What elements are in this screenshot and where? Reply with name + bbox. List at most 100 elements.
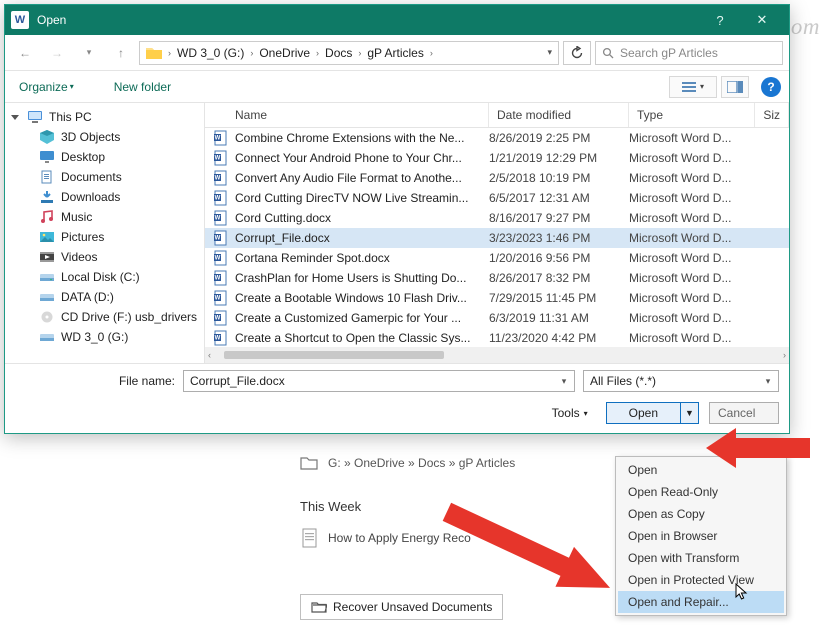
word-doc-icon: W <box>213 190 229 206</box>
table-row[interactable]: WCorrupt_File.docx3/23/2023 1:46 PMMicro… <box>205 228 789 248</box>
menu-open-copy[interactable]: Open as Copy <box>618 503 784 525</box>
svg-text:W: W <box>215 256 221 262</box>
word-doc-icon: W <box>213 210 229 226</box>
help-button[interactable]: ? <box>761 77 781 97</box>
file-type: Microsoft Word D... <box>629 171 755 185</box>
col-name[interactable]: Name <box>205 103 489 127</box>
col-date[interactable]: Date modified <box>489 103 629 127</box>
refresh-button[interactable] <box>563 41 591 65</box>
nav-3d-objects[interactable]: 3D Objects <box>5 127 204 147</box>
file-date: 8/26/2017 8:32 PM <box>489 271 629 285</box>
nav-videos[interactable]: Videos <box>5 247 204 267</box>
cancel-button[interactable]: Cancel <box>709 402 779 424</box>
file-date: 6/5/2017 12:31 AM <box>489 191 629 205</box>
open-button[interactable]: Open <box>607 403 680 423</box>
file-name: Corrupt_File.docx <box>235 231 489 245</box>
breadcrumb[interactable]: › WD 3_0 (G:) › OneDrive › Docs › gP Art… <box>139 41 559 65</box>
crumb-drive[interactable]: WD 3_0 (G:) <box>177 46 244 60</box>
file-list[interactable]: WCombine Chrome Extensions with the Ne..… <box>205 128 789 347</box>
scroll-thumb[interactable] <box>224 351 444 359</box>
file-date: 7/29/2015 11:45 PM <box>489 291 629 305</box>
crumb-docs[interactable]: Docs <box>325 46 352 60</box>
file-name: Cord Cutting.docx <box>235 211 489 225</box>
videos-icon <box>39 250 55 264</box>
help-titlebar-button[interactable]: ? <box>699 5 741 35</box>
col-size[interactable]: Siz <box>755 103 789 127</box>
column-headers[interactable]: Name Date modified Type Siz <box>205 103 789 128</box>
nav-downloads[interactable]: Downloads <box>5 187 204 207</box>
file-type: Microsoft Word D... <box>629 331 755 345</box>
menu-open-browser[interactable]: Open in Browser <box>618 525 784 547</box>
table-row[interactable]: WCreate a Customized Gamerpic for Your .… <box>205 308 789 328</box>
svg-text:W: W <box>215 136 221 142</box>
drive-icon <box>39 290 55 304</box>
file-pane: Name Date modified Type Siz WCombine Chr… <box>205 103 789 363</box>
nav-pictures[interactable]: Pictures <box>5 227 204 247</box>
menu-open-protected[interactable]: Open in Protected View <box>618 569 784 591</box>
menu-open-readonly[interactable]: Open Read-Only <box>618 481 784 503</box>
table-row[interactable]: WCord Cutting DirecTV NOW Live Streamin.… <box>205 188 789 208</box>
file-type: Microsoft Word D... <box>629 251 755 265</box>
file-name: Create a Shortcut to Open the Classic Sy… <box>235 331 489 345</box>
folder-open-icon <box>311 601 327 613</box>
crumb-onedrive[interactable]: OneDrive <box>259 46 310 60</box>
menu-open-transform[interactable]: Open with Transform <box>618 547 784 569</box>
nav-this-pc[interactable]: This PC <box>5 107 204 127</box>
scroll-right-icon[interactable]: › <box>780 350 789 360</box>
file-name: Create a Bootable Windows 10 Flash Driv.… <box>235 291 489 305</box>
nav-data-drive[interactable]: DATA (D:) <box>5 287 204 307</box>
table-row[interactable]: WCrashPlan for Home Users is Shutting Do… <box>205 268 789 288</box>
filename-input[interactable]: Corrupt_File.docx▾ <box>183 370 575 392</box>
file-date: 1/21/2019 12:29 PM <box>489 151 629 165</box>
table-row[interactable]: W Create a Bootable Windows 10 Flash Driv… <box>205 288 789 308</box>
nav-desktop[interactable]: Desktop <box>5 147 204 167</box>
table-row[interactable]: WCombine Chrome Extensions with the Ne..… <box>205 128 789 148</box>
table-row[interactable]: WConnect Your Android Phone to Your Chr.… <box>205 148 789 168</box>
tools-button[interactable]: Tools▾ <box>552 406 588 420</box>
word-doc-icon: W <box>213 290 229 306</box>
menu-open-repair[interactable]: Open and Repair... <box>618 591 784 613</box>
forward-button[interactable]: → <box>43 40 71 66</box>
chevron-right-icon: › <box>166 48 173 58</box>
file-type-filter[interactable]: All Files (*.*)▾ <box>583 370 779 392</box>
table-row[interactable]: WCord Cutting.docx8/16/2017 9:27 PMMicro… <box>205 208 789 228</box>
col-type[interactable]: Type <box>629 103 755 127</box>
address-dropdown-icon[interactable]: ▾ <box>547 47 552 58</box>
nav-cd-drive[interactable]: CD Drive (F:) usb_drivers <box>5 307 204 327</box>
table-row[interactable]: WConvert Any Audio File Format to Anothe… <box>205 168 789 188</box>
svg-text:W: W <box>215 296 221 302</box>
chevron-down-icon[interactable]: ▾ <box>760 373 776 389</box>
word-doc-icon: W <box>213 330 229 346</box>
drive-icon <box>39 270 55 284</box>
word-doc-icon: W <box>213 310 229 326</box>
table-row[interactable]: W Create a Shortcut to Open the Classic S… <box>205 328 789 347</box>
horizontal-scrollbar[interactable]: ‹ › <box>205 347 789 363</box>
word-app-icon: W <box>11 11 29 29</box>
recent-locations-button[interactable]: ▾ <box>75 40 103 66</box>
file-type: Microsoft Word D... <box>629 191 755 205</box>
open-dropdown-arrow[interactable]: ▼ <box>680 403 698 423</box>
scroll-left-icon[interactable]: ‹ <box>205 350 214 360</box>
close-button[interactable]: ✕ <box>741 5 783 35</box>
nav-documents[interactable]: Documents <box>5 167 204 187</box>
back-button[interactable]: ← <box>11 40 39 66</box>
crumb-articles[interactable]: gP Articles <box>367 46 423 60</box>
chevron-down-icon[interactable]: ▾ <box>556 373 572 389</box>
table-row[interactable]: WCortana Reminder Spot.docx1/20/2016 9:5… <box>205 248 789 268</box>
annotation-arrow-2 <box>438 502 628 602</box>
nav-music[interactable]: Music <box>5 207 204 227</box>
open-split-button[interactable]: Open ▼ <box>606 402 699 424</box>
preview-pane-button[interactable] <box>721 76 749 98</box>
file-name: Cortana Reminder Spot.docx <box>235 251 489 265</box>
nav-wd-drive[interactable]: WD 3_0 (G:) <box>5 327 204 347</box>
organize-button[interactable]: Organize▾ <box>13 76 80 98</box>
new-folder-button[interactable]: New folder <box>108 76 177 98</box>
file-date: 8/16/2017 9:27 PM <box>489 211 629 225</box>
view-options-button[interactable]: ▾ <box>669 76 717 98</box>
nav-tree[interactable]: This PC 3D Objects Desktop Documents Dow… <box>5 103 205 363</box>
nav-local-disk[interactable]: Local Disk (C:) <box>5 267 204 287</box>
this-pc-icon <box>27 110 43 124</box>
up-button[interactable]: ↑ <box>107 40 135 66</box>
word-doc-icon: W <box>213 170 229 186</box>
search-input[interactable]: Search gP Articles <box>595 41 783 65</box>
